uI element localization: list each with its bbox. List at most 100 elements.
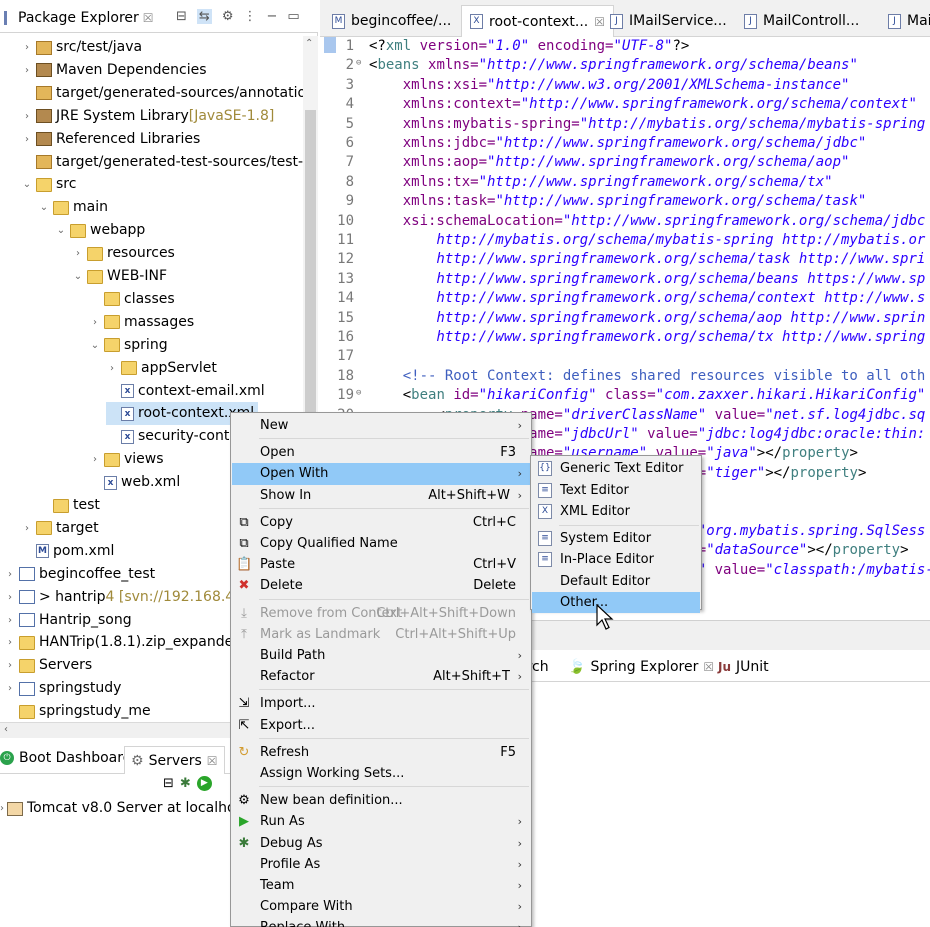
tree-item[interactable]: ⌄ src	[21, 173, 77, 196]
menu-item-build-path[interactable]: Build Path ›	[232, 645, 530, 667]
start-server-icon[interactable]: ▶	[196, 776, 212, 791]
bottom-tab[interactable]: Ju JUnit	[718, 656, 769, 678]
submenu-item-system-editor[interactable]: ≡ System Editor	[532, 528, 700, 549]
menu-item-delete[interactable]: ✖ Delete Delete	[232, 575, 530, 597]
expand-icon[interactable]: ›	[21, 105, 33, 128]
tree-item[interactable]: › Servers	[4, 654, 92, 677]
menu-item-open[interactable]: Open F3	[232, 442, 530, 464]
submenu-item-default-editor[interactable]: Default Editor	[532, 571, 700, 592]
collapse-all-icon[interactable]: ⊟	[176, 9, 187, 24]
maximize-icon[interactable]: ▭	[287, 9, 299, 24]
editor-tab[interactable]: Mbegincoffee/...	[324, 5, 459, 37]
menu-item-run-as[interactable]: ▶ Run As ›	[232, 811, 530, 833]
expand-icon[interactable]: ›	[21, 59, 33, 82]
expand-icon[interactable]: ›	[89, 311, 101, 334]
minimize-icon[interactable]: −	[266, 9, 277, 24]
editor-tab[interactable]: J MailControll...	[736, 5, 867, 37]
expand-icon[interactable]: ›	[21, 517, 33, 540]
tree-item[interactable]: classes	[89, 288, 175, 311]
tree-item[interactable]: Mpom.xml	[21, 540, 114, 563]
expand-icon[interactable]: ›	[4, 631, 16, 654]
tree-item[interactable]: › resources	[72, 242, 175, 265]
menu-item-copy-qualified-name[interactable]: ⧉ Copy Qualified Name	[232, 533, 530, 555]
tree-item[interactable]: ⌄ webapp	[55, 219, 146, 242]
menu-item-debug-as[interactable]: ✱ Debug As ›	[232, 833, 530, 855]
editor-tab[interactable]: Xroot-context... ☒	[461, 5, 615, 37]
tree-item[interactable]: ⌄ main	[38, 196, 108, 219]
expand-icon[interactable]: ›	[72, 242, 84, 265]
expand-icon[interactable]: ›	[89, 448, 101, 471]
submenu-item-other[interactable]: Other...	[532, 592, 700, 613]
tree-item[interactable]: ⌄ WEB-INF	[72, 265, 167, 288]
scroll-left-icon[interactable]: ‹	[4, 724, 8, 735]
tree-item[interactable]: › appServlet	[106, 357, 217, 380]
server-row[interactable]: › Tomcat v8.0 Server at localhos	[0, 797, 243, 820]
tree-item[interactable]: › Maven Dependencies	[21, 59, 207, 82]
tab-boot-dashboard[interactable]: ⏻ Boot Dashboard	[0, 750, 132, 766]
scroll-up-icon[interactable]: ⌃	[305, 38, 313, 49]
collapse-icon[interactable]: ⌄	[72, 265, 84, 288]
tree-item[interactable]: › Hantrip_song	[4, 609, 132, 632]
expand-icon[interactable]: ›	[4, 654, 16, 677]
expand-icon[interactable]: ›	[106, 357, 118, 380]
tree-item[interactable]: › springstudy	[4, 677, 121, 700]
close-icon[interactable]: ☒	[143, 11, 154, 25]
menu-item-profile-as[interactable]: Profile As ›	[232, 854, 530, 876]
menu-item-new-bean-definition[interactable]: ⚙ New bean definition...	[232, 790, 530, 812]
tree-item[interactable]: x web.xml	[89, 471, 180, 494]
expand-icon[interactable]: ›	[0, 797, 4, 820]
bottom-tab[interactable]: 🍃 Spring Explorer ☒	[568, 656, 714, 678]
collapse-icon[interactable]: ⌄	[21, 173, 33, 196]
editor-tab[interactable]: J IMailService...	[602, 5, 735, 37]
tab-servers[interactable]: ⚙ Servers ☒	[124, 746, 225, 774]
tab-package-explorer[interactable]: Package Explorer ☒	[0, 3, 158, 33]
menu-item-replace-with[interactable]: Replace With ›	[232, 917, 530, 927]
tree-item[interactable]: target/generated-test-sources/test-an	[21, 151, 303, 174]
expand-icon[interactable]: ›	[4, 586, 16, 609]
menu-item-copy[interactable]: ⧉ Copy Ctrl+C	[232, 512, 530, 534]
menu-item-refresh[interactable]: ↻ Refresh F5	[232, 742, 530, 764]
tree-item[interactable]: ⌄ spring	[89, 334, 168, 357]
menu-item-export[interactable]: ⇱ Export...	[232, 715, 530, 737]
menu-item-new[interactable]: New ›	[232, 415, 530, 437]
tree-item[interactable]: › > hantrip 4 [svn://192.168.4.12	[4, 586, 256, 609]
submenu-item-xml-editor[interactable]: X XML Editor	[532, 501, 700, 522]
menu-item-open-with[interactable]: Open With ›	[232, 463, 530, 486]
tree-item[interactable]: test	[38, 494, 100, 517]
close-icon[interactable]: ☒	[703, 660, 714, 674]
close-icon[interactable]: ☒	[207, 754, 218, 768]
tree-item[interactable]: › JRE System Library [JavaSE-1.8]	[21, 105, 274, 128]
menu-item-assign-working-sets[interactable]: Assign Working Sets...	[232, 763, 530, 785]
tree-item[interactable]: › Referenced Libraries	[21, 128, 200, 151]
link-with-editor-icon[interactable]: ⇆	[196, 9, 212, 24]
tree-item[interactable]: › views	[89, 448, 164, 471]
tree-item[interactable]: › massages	[89, 311, 194, 334]
collapse-icon[interactable]: ⌄	[89, 334, 101, 357]
expand-icon[interactable]: ›	[4, 677, 16, 700]
submenu-item-in-place-editor[interactable]: ≡ In-Place Editor	[532, 549, 700, 570]
menu-item-paste[interactable]: 📋 Paste Ctrl+V	[232, 554, 530, 576]
submenu-item-text-editor[interactable]: ≡ Text Editor	[532, 480, 700, 501]
submenu-item-generic-text-editor[interactable]: {} Generic Text Editor	[532, 458, 700, 479]
expand-icon[interactable]: ›	[21, 36, 33, 59]
menu-item-compare-with[interactable]: Compare With ›	[232, 896, 530, 918]
filter-icon[interactable]: ⚙	[222, 9, 234, 24]
expand-icon[interactable]: ›	[21, 128, 33, 151]
tree-item[interactable]: › HANTrip(1.8.1).zip_expanded	[4, 631, 242, 654]
menu-item-show-in[interactable]: Show In Alt+Shift+W ›	[232, 485, 530, 507]
collapse-icon[interactable]: ⌄	[38, 196, 50, 219]
debug-server-icon[interactable]: ✱	[180, 776, 191, 791]
tree-item[interactable]: › target	[21, 517, 99, 540]
menu-item-refactor[interactable]: Refactor Alt+Shift+T ›	[232, 666, 530, 688]
menu-item-team[interactable]: Team ›	[232, 875, 530, 897]
view-menu-icon[interactable]: ⋮	[243, 9, 256, 24]
tree-item[interactable]: › begincoffee_test	[4, 563, 155, 586]
menu-item-import[interactable]: ⇲ Import...	[232, 693, 530, 715]
collapse-icon[interactable]: ⌄	[55, 219, 67, 242]
expand-icon[interactable]: ›	[4, 609, 16, 632]
tree-item[interactable]: springstudy_me	[4, 700, 151, 722]
tree-item[interactable]: x context-email.xml	[106, 380, 265, 403]
tree-item[interactable]: target/generated-sources/annotations	[21, 82, 303, 105]
collapse-icon[interactable]: ⊟	[163, 776, 174, 791]
editor-tab[interactable]: J Mai	[880, 5, 930, 37]
